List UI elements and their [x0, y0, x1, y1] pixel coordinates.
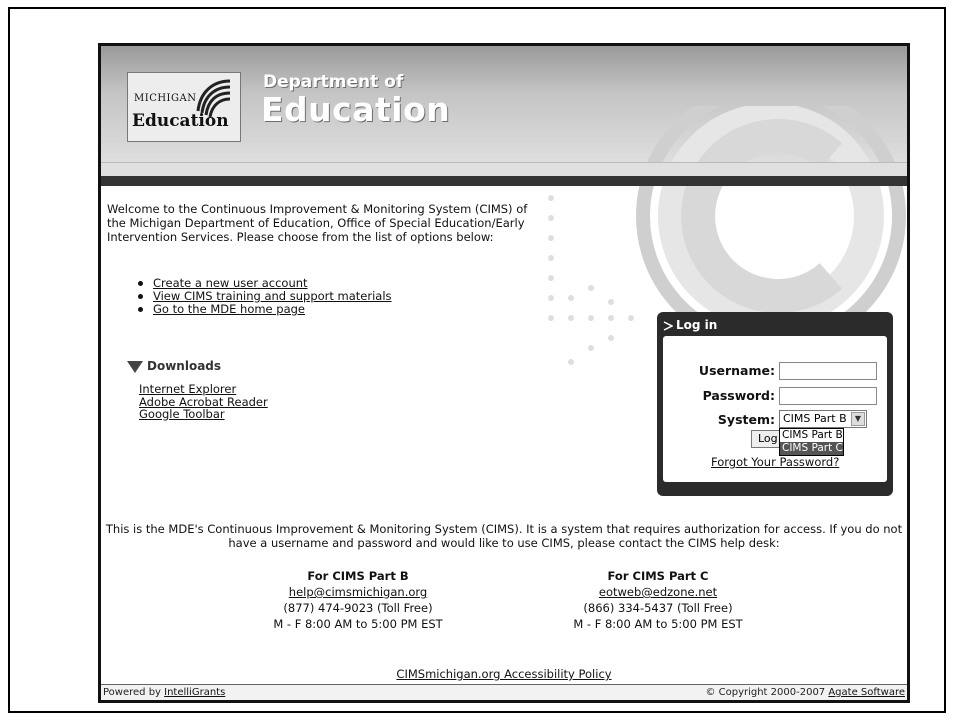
browser-frame: MICHIGAN Education Department of Educati… [8, 7, 946, 713]
login-title: Log in [663, 318, 717, 332]
password-input[interactable] [779, 387, 877, 405]
header-sub-bar [101, 162, 907, 177]
login-form: Username: Password: System: CIMS Part B … [663, 336, 887, 482]
part-c-email-link[interactable]: eotweb@edzone.net [599, 585, 717, 599]
powered-by-prefix: Powered by [103, 687, 165, 698]
arrow-right-icon [663, 320, 674, 331]
training-materials-link[interactable]: View CIMS training and support materials [153, 289, 392, 303]
username-label: Username: [698, 363, 775, 378]
part-b-email-link[interactable]: help@cimsmichigan.org [289, 585, 427, 599]
powered-by: Powered by IntelliGrants [103, 685, 225, 700]
triangle-down-icon [127, 360, 143, 373]
contact-part-c-heading: For CIMS Part C [607, 569, 709, 583]
mde-home-link[interactable]: Go to the MDE home page [153, 302, 305, 316]
system-option-part-c[interactable]: CIMS Part C [780, 442, 843, 455]
downloads-heading-label: Downloads [147, 359, 222, 373]
download-internet-explorer-link[interactable]: Internet Explorer [139, 383, 268, 396]
contact-part-b-hours: M - F 8:00 AM to 5:00 PM EST [273, 617, 443, 631]
decorative-dots-icon [548, 195, 634, 365]
mde-logo[interactable]: MICHIGAN Education [127, 72, 241, 142]
chevron-down-icon[interactable]: ▼ [851, 412, 865, 426]
contact-part-b: For CIMS Part B help@cimsmichigan.org (8… [228, 568, 488, 632]
system-select[interactable]: CIMS Part B ▼ [779, 410, 867, 428]
contact-part-b-phone: (877) 474-9023 (Toll Free) [283, 601, 433, 615]
password-label: Password: [702, 388, 775, 403]
contact-part-c-phone: (866) 334-5437 (Toll Free) [583, 601, 733, 615]
policy-row: CIMSmichigan.org Accessibility Policy [101, 667, 907, 681]
downloads-list: Internet Explorer Adobe Acrobat Reader G… [139, 383, 268, 421]
contact-part-c-hours: M - F 8:00 AM to 5:00 PM EST [573, 617, 743, 631]
login-title-label: Log in [676, 318, 718, 332]
system-label: System: [717, 412, 775, 427]
username-input[interactable] [779, 362, 877, 380]
list-item: Go to the MDE home page [137, 303, 392, 316]
forgot-password-link[interactable]: Forgot Your Password? [711, 455, 839, 469]
agate-software-link[interactable]: Agate Software [828, 687, 905, 698]
download-google-toolbar-link[interactable]: Google Toolbar [139, 408, 268, 421]
logo-name: Education [132, 111, 229, 131]
header-dark-bar [101, 176, 907, 186]
options-list: Create a new user account View CIMS trai… [137, 277, 392, 316]
site-header: MICHIGAN Education Department of Educati… [101, 46, 907, 326]
copyright-prefix: © Copyright 2000-2007 [705, 687, 829, 698]
welcome-text: Welcome to the Continuous Improvement & … [107, 202, 528, 244]
accessibility-policy-link[interactable]: CIMSmichigan.org Accessibility Policy [396, 667, 611, 681]
login-panel: Log in Username: Password: System: CIMS … [657, 312, 893, 496]
system-select-value: CIMS Part B [783, 412, 847, 425]
logo-state: MICHIGAN [134, 93, 197, 104]
footer-bar: Powered by IntelliGrants © Copyright 200… [101, 684, 907, 700]
intelligrants-link[interactable]: IntelliGrants [164, 687, 225, 698]
header-title-small: Department of [263, 72, 404, 92]
downloads-heading: Downloads [127, 359, 221, 373]
system-option-part-b[interactable]: CIMS Part B [780, 429, 843, 442]
contact-part-c: For CIMS Part C eotweb@edzone.net (866) … [528, 568, 788, 632]
create-account-link[interactable]: Create a new user account [153, 276, 308, 290]
system-dropdown-list: CIMS Part B CIMS Part C [779, 428, 844, 456]
authorization-notice: This is the MDE's Continuous Improvement… [105, 522, 903, 550]
header-title-large: Education [261, 90, 451, 129]
cims-page: MICHIGAN Education Department of Educati… [98, 43, 910, 703]
contact-part-b-heading: For CIMS Part B [307, 569, 409, 583]
copyright: © Copyright 2000-2007 Agate Software [705, 685, 905, 700]
